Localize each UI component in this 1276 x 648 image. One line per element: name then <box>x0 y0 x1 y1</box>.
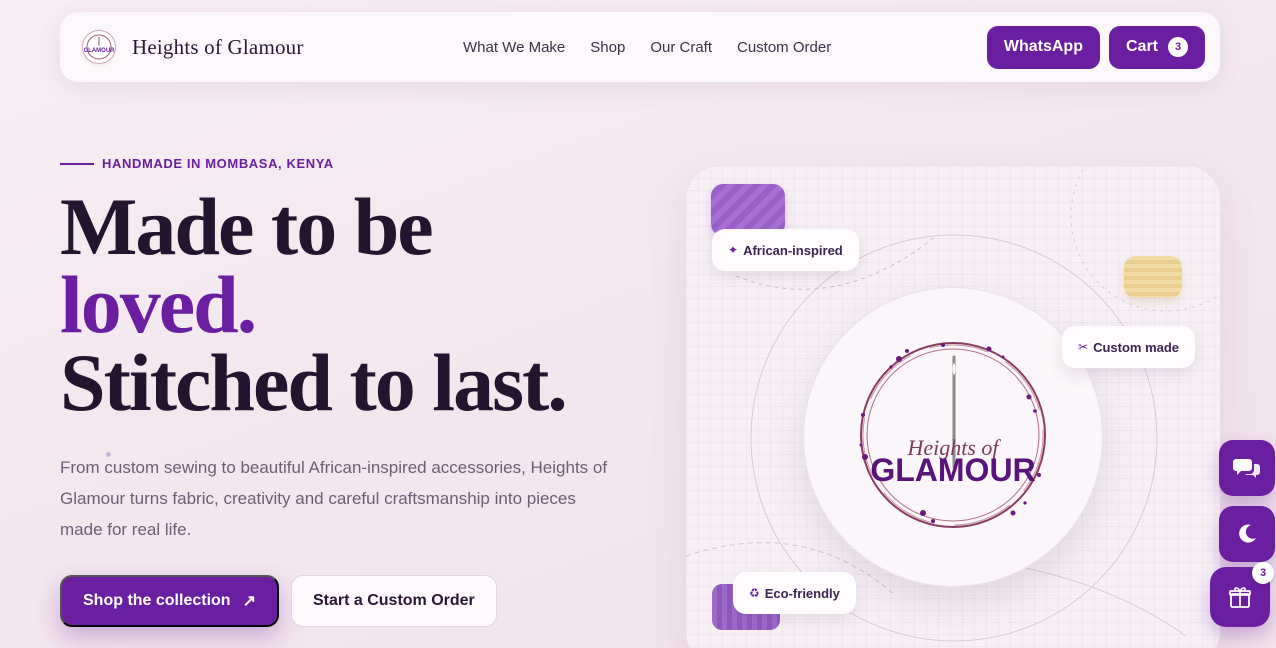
chat-button[interactable] <box>1219 440 1275 496</box>
eyebrow-line <box>60 162 94 165</box>
brand-name[interactable]: Heights of Glamour <box>132 35 304 60</box>
hero-cta-row: Shop the collection ↗ Start a Custom Ord… <box>60 575 497 627</box>
shop-collection-button[interactable]: Shop the collection ↗ <box>60 575 279 627</box>
logo-plate: Heights of GLAMOUR <box>803 287 1103 587</box>
gift-count-badge: 3 <box>1252 562 1274 584</box>
glamour-logo: Heights of GLAMOUR <box>859 342 1046 528</box>
badge-eco-friendly: ♻ Eco-friendly <box>733 572 856 614</box>
chat-icon <box>1233 459 1260 478</box>
shop-collection-label: Shop the collection <box>83 592 231 609</box>
recycle-icon: ♻ <box>749 586 760 600</box>
nav-shop[interactable]: Shop <box>590 39 625 56</box>
scissors-icon: ✂ <box>1078 340 1089 354</box>
sparkle-icon: ✦ <box>728 243 739 257</box>
headline-line-1: Made to be <box>60 181 434 272</box>
eyebrow-text: HANDMADE IN MOMBASA, KENYA <box>102 156 334 171</box>
nav-what-we-make[interactable]: What We Make <box>463 39 565 56</box>
cart-label: Cart <box>1125 38 1158 55</box>
hero-eyebrow: HANDMADE IN MOMBASA, KENYA <box>60 156 334 171</box>
whatsapp-label: WhatsApp <box>1003 38 1083 55</box>
hero-visual-card: Heights of GLAMOUR ✦ African-inspired ✂ … <box>686 166 1220 648</box>
site-header: GLAMOUR Heights of Glamour What We Make … <box>60 12 1220 82</box>
arrow-up-right-icon: ↗ <box>242 593 256 610</box>
gift-icon <box>1229 587 1251 608</box>
logo-icon[interactable]: GLAMOUR <box>82 30 116 64</box>
header-actions: WhatsApp Cart 3 <box>986 25 1205 69</box>
main-nav: What We Make Shop Our Craft Custom Order <box>463 12 831 82</box>
hero-headline: Made to be loved. Stitched to last. <box>60 181 568 428</box>
fabric-swatch-gold <box>1124 256 1182 298</box>
logo-wordmark: GLAMOUR <box>870 452 1035 488</box>
badge-custom-made: ✂ Custom made <box>1062 326 1196 368</box>
theme-toggle-button[interactable] <box>1219 506 1275 562</box>
nav-our-craft[interactable]: Our Craft <box>650 39 712 56</box>
badge-label: Eco-friendly <box>764 585 840 601</box>
svg-text:GLAMOUR: GLAMOUR <box>84 48 114 54</box>
cart-button[interactable]: Cart 3 <box>1108 25 1205 69</box>
badge-label: Custom made <box>1093 339 1180 355</box>
hero-intro: From custom sewing to beautiful African-… <box>60 458 608 539</box>
badge-label: African-inspired <box>743 242 843 258</box>
headline-line-3: Stitched to last. <box>60 337 568 428</box>
whatsapp-button[interactable]: WhatsApp <box>986 25 1100 69</box>
nav-custom-order[interactable]: Custom Order <box>737 39 831 56</box>
custom-order-button[interactable]: Start a Custom Order <box>290 575 497 627</box>
badge-african-inspired: ✦ African-inspired <box>712 229 859 271</box>
custom-order-label: Start a Custom Order <box>312 592 475 609</box>
headline-accent: loved. <box>60 259 257 350</box>
moon-icon <box>1239 524 1256 543</box>
cart-count-badge: 3 <box>1168 37 1188 57</box>
